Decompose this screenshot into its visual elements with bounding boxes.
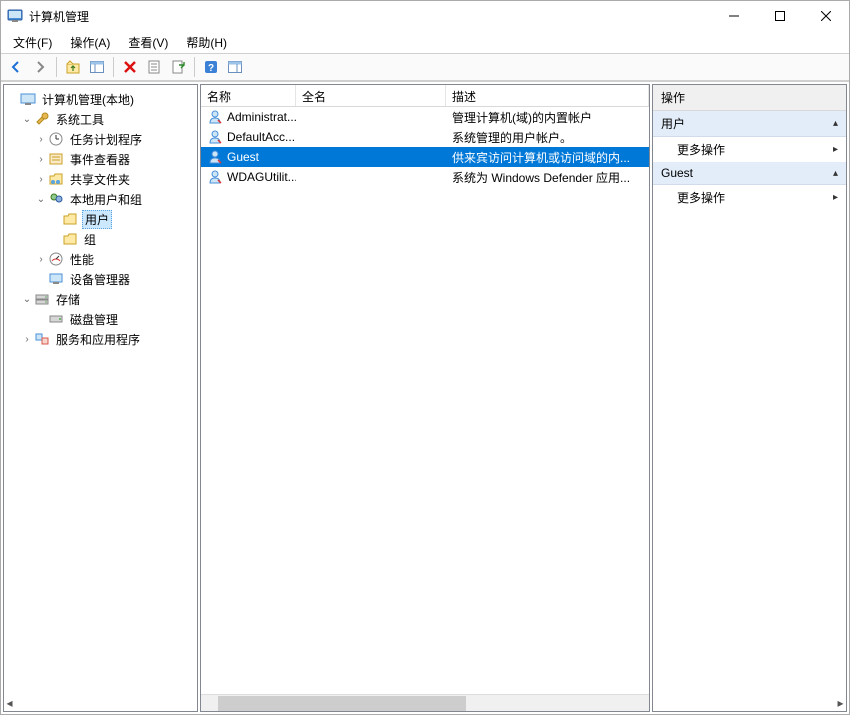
maximize-button[interactable]	[757, 1, 803, 31]
properties-button[interactable]	[143, 56, 165, 78]
column-fullname[interactable]: 全名	[296, 85, 446, 106]
close-button[interactable]	[803, 1, 849, 31]
expand-icon[interactable]: ›	[34, 154, 48, 165]
folder-icon	[62, 231, 78, 247]
user-description: 管理计算机(域)的内置帐户	[446, 109, 649, 126]
window-title: 计算机管理	[29, 8, 711, 25]
column-description[interactable]: 描述	[446, 85, 649, 106]
list-row[interactable]: WDAGUtilit... 系统为 Windows Defender 应用...	[201, 167, 649, 187]
user-description: 供来宾访问计算机或访问域的内...	[446, 149, 649, 166]
export-button[interactable]	[167, 56, 189, 78]
menu-file[interactable]: 文件(F)	[5, 32, 60, 53]
collapse-icon[interactable]: ⌄	[20, 294, 34, 305]
user-description: 系统管理的用户帐户。	[446, 129, 649, 146]
submenu-icon: ▸	[833, 144, 838, 155]
user-icon	[207, 169, 223, 185]
list-row[interactable]: DefaultAcc... 系统管理的用户帐户。	[201, 127, 649, 147]
svg-text:?: ?	[208, 63, 214, 74]
tree-system-tools[interactable]: ⌄系统工具	[4, 109, 197, 129]
up-button[interactable]	[62, 56, 84, 78]
window-controls	[711, 1, 849, 31]
collapse-icon: ▴	[833, 168, 838, 179]
forward-button[interactable]	[29, 56, 51, 78]
user-icon	[207, 129, 223, 145]
app-icon	[7, 8, 23, 24]
user-name: Guest	[227, 150, 259, 164]
tree-local-users-groups[interactable]: ⌄本地用户和组	[4, 189, 197, 209]
tree-services-apps[interactable]: ›服务和应用程序	[4, 329, 197, 349]
show-hide-tree-button[interactable]	[86, 56, 108, 78]
expand-icon[interactable]: ›	[34, 174, 48, 185]
collapse-icon: ▴	[833, 118, 838, 129]
list-row[interactable]: Guest 供来宾访问计算机或访问域的内...	[201, 147, 649, 167]
user-name: DefaultAcc...	[227, 130, 295, 144]
scroll-thumb[interactable]	[218, 696, 466, 711]
expand-icon[interactable]: ›	[20, 334, 34, 345]
tree-disk-management[interactable]: 磁盘管理	[4, 309, 197, 329]
show-actions-button[interactable]	[224, 56, 246, 78]
list-row[interactable]: Administrat... 管理计算机(域)的内置帐户	[201, 107, 649, 127]
user-description: 系统为 Windows Defender 应用...	[446, 169, 649, 186]
list-header: 名称 全名 描述	[201, 85, 649, 107]
tree-device-manager[interactable]: 设备管理器	[4, 269, 197, 289]
expand-icon[interactable]: ›	[34, 254, 48, 265]
tree-shared-folders[interactable]: ›共享文件夹	[4, 169, 197, 189]
column-name[interactable]: 名称	[201, 85, 296, 106]
tools-icon	[34, 111, 50, 127]
clock-icon	[48, 131, 64, 147]
actions-header-guest[interactable]: Guest▴	[653, 162, 846, 185]
tree-groups[interactable]: 组	[4, 229, 197, 249]
toolbar-separator	[113, 57, 114, 77]
collapse-icon[interactable]: ⌄	[34, 194, 48, 205]
toolbar: ?	[1, 53, 849, 81]
horizontal-scrollbar[interactable]: ◂ ▸	[201, 694, 649, 711]
shared-folder-icon	[48, 171, 64, 187]
content-area: 计算机管理(本地) ⌄系统工具 ›任务计划程序 ›事件查看器 ›共享文件夹 ⌄本…	[1, 81, 849, 714]
tree-pane[interactable]: 计算机管理(本地) ⌄系统工具 ›任务计划程序 ›事件查看器 ›共享文件夹 ⌄本…	[3, 84, 198, 712]
tree-task-scheduler[interactable]: ›任务计划程序	[4, 129, 197, 149]
toolbar-separator	[56, 57, 57, 77]
event-icon	[48, 151, 64, 167]
users-groups-icon	[48, 191, 64, 207]
tree-performance[interactable]: ›性能	[4, 249, 197, 269]
back-button[interactable]	[5, 56, 27, 78]
user-name: WDAGUtilit...	[227, 170, 296, 184]
computer-management-window: 计算机管理 文件(F) 操作(A) 查看(V) 帮助(H) ? 计算机管理(本地…	[0, 0, 850, 715]
collapse-icon[interactable]: ⌄	[20, 114, 34, 125]
action-more-guest[interactable]: 更多操作▸	[653, 185, 846, 210]
delete-button[interactable]	[119, 56, 141, 78]
expand-icon[interactable]: ›	[34, 134, 48, 145]
menubar: 文件(F) 操作(A) 查看(V) 帮助(H)	[1, 31, 849, 53]
tree-users[interactable]: 用户	[4, 209, 197, 229]
user-icon	[207, 149, 223, 165]
user-icon	[207, 109, 223, 125]
menu-view[interactable]: 查看(V)	[120, 32, 176, 53]
help-button[interactable]: ?	[200, 56, 222, 78]
minimize-button[interactable]	[711, 1, 757, 31]
actions-header-users[interactable]: 用户▴	[653, 111, 846, 137]
submenu-icon: ▸	[833, 192, 838, 203]
menu-action[interactable]: 操作(A)	[62, 32, 118, 53]
tree-root[interactable]: 计算机管理(本地)	[4, 89, 197, 109]
storage-icon	[34, 291, 50, 307]
toolbar-separator	[194, 57, 195, 77]
device-icon	[48, 271, 64, 287]
tree-event-viewer[interactable]: ›事件查看器	[4, 149, 197, 169]
services-icon	[34, 331, 50, 347]
list-pane: 名称 全名 描述 Administrat...管理计算机(域)的内置帐户Defa…	[200, 84, 650, 712]
folder-icon	[62, 211, 78, 227]
performance-icon	[48, 251, 64, 267]
tree-storage[interactable]: ⌄存储	[4, 289, 197, 309]
disk-icon	[48, 311, 64, 327]
actions-title: 操作	[653, 85, 846, 111]
menu-help[interactable]: 帮助(H)	[178, 32, 235, 53]
scroll-track[interactable]	[218, 696, 632, 711]
action-more-users[interactable]: 更多操作▸	[653, 137, 846, 162]
titlebar: 计算机管理	[1, 1, 849, 31]
user-name: Administrat...	[227, 110, 296, 124]
computer-icon	[20, 91, 36, 107]
actions-pane: 操作 用户▴ 更多操作▸ Guest▴ 更多操作▸	[652, 84, 847, 712]
list-body[interactable]: Administrat...管理计算机(域)的内置帐户DefaultAcc...…	[201, 107, 649, 694]
